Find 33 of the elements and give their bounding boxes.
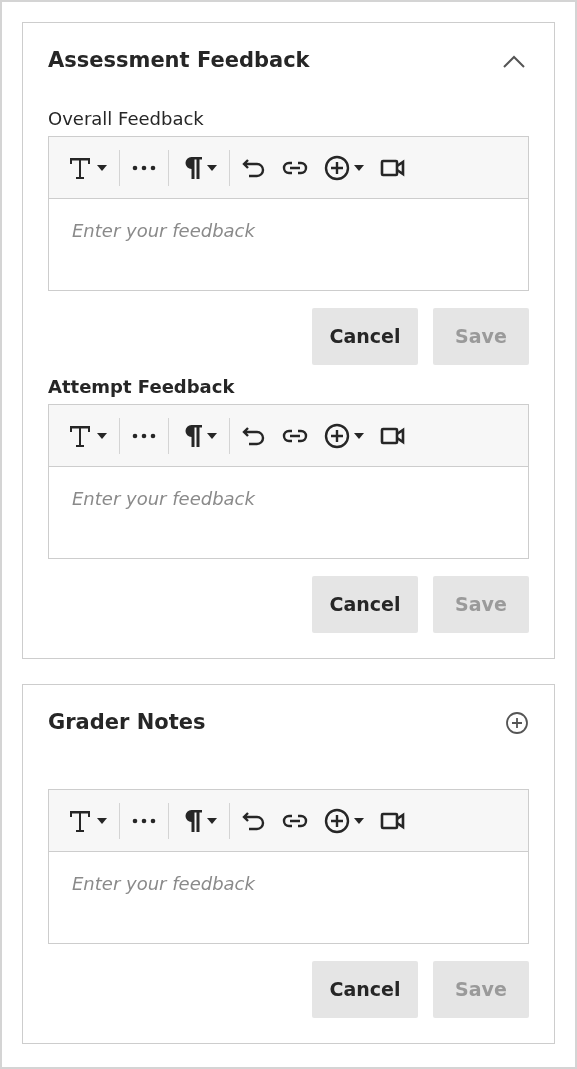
add-button[interactable]	[505, 711, 529, 735]
undo-icon	[242, 809, 266, 832]
more-icon	[132, 817, 156, 824]
add-circle-icon	[324, 154, 350, 181]
add-circle-icon	[324, 422, 350, 449]
section-title: Assessment Feedback	[48, 47, 310, 75]
video-camera-icon	[380, 425, 406, 446]
field-label: Overall Feedback	[48, 107, 205, 131]
link-icon	[282, 812, 308, 829]
caret-icon	[354, 432, 364, 439]
add-circle-icon	[324, 807, 350, 834]
cancel-button[interactable]: Cancel	[312, 961, 418, 1018]
field-label: Attempt Feedback	[48, 375, 236, 399]
video-camera-icon	[380, 810, 406, 831]
cancel-button[interactable]: Cancel	[312, 308, 418, 365]
more-icon	[132, 432, 156, 439]
cancel-button[interactable]: Cancel	[312, 576, 418, 633]
caret-icon	[97, 164, 107, 171]
caret-icon	[354, 817, 364, 824]
link-icon	[282, 427, 308, 444]
caret-icon	[354, 164, 364, 171]
video-camera-icon	[380, 157, 406, 178]
caret-icon	[207, 432, 217, 439]
caret-icon	[97, 817, 107, 824]
caret-icon	[97, 432, 107, 439]
section-title: Grader Notes	[48, 709, 206, 737]
caret-icon	[207, 164, 217, 171]
more-icon	[132, 164, 156, 171]
add-circle-icon	[505, 711, 529, 735]
caret-icon	[207, 817, 217, 824]
link-icon	[282, 159, 308, 176]
undo-icon	[242, 156, 266, 179]
undo-icon	[242, 424, 266, 447]
